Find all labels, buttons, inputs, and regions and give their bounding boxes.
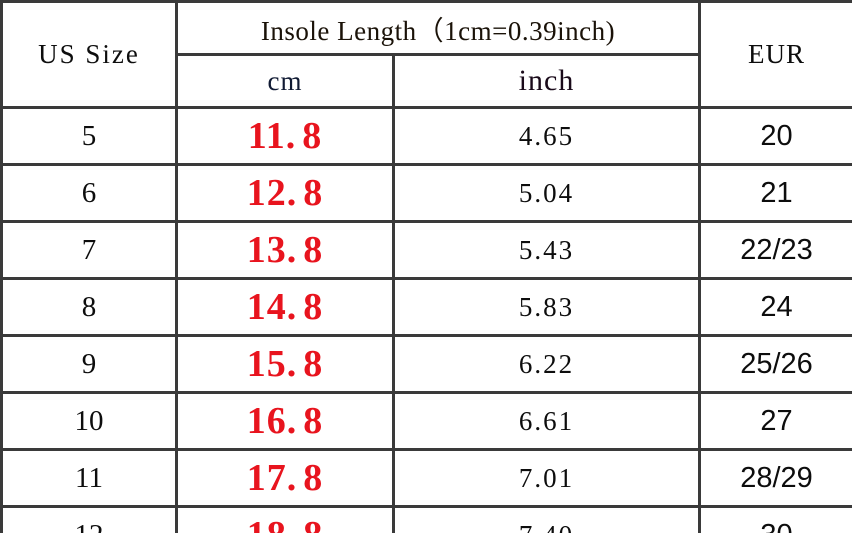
cell-eur-size: 22/23 — [698, 220, 852, 280]
cm-fraction-part: 8 — [303, 229, 324, 271]
cell-eur-size: 24 — [698, 277, 852, 337]
cm-decimal-point: . — [286, 457, 304, 499]
cm-fraction-part: 8 — [303, 172, 324, 214]
cell-eur-size: 21 — [698, 163, 852, 223]
header-unit-cm: cm — [175, 53, 395, 109]
cm-decimal-point: . — [286, 229, 304, 271]
cell-eur-size: 20 — [698, 106, 852, 166]
cell-us-size: 11 — [0, 448, 178, 508]
cell-length-cm: 11.8 — [175, 106, 395, 166]
cm-fraction-part: 8 — [303, 343, 324, 385]
cell-length-cm: 17.8 — [175, 448, 395, 508]
cm-fraction-part: 8 — [302, 115, 323, 157]
cell-length-inch: 7.40 — [392, 505, 701, 533]
cell-us-size: 7 — [0, 220, 178, 280]
table-row: 10 16.8 6.61 27 — [0, 391, 852, 451]
cell-us-size: 12 — [0, 505, 178, 533]
cm-decimal-point: . — [286, 400, 304, 442]
cm-integer-part: 16 — [246, 400, 287, 442]
cell-eur-size: 27 — [698, 391, 852, 451]
table-body: US Size Insole Length（1cm=0.39inch) EUR … — [0, 0, 852, 533]
cm-fraction-part: 8 — [303, 286, 324, 328]
cell-eur-size: 30 — [698, 505, 852, 533]
cell-eur-size: 25/26 — [698, 334, 852, 394]
cm-integer-part: 14 — [246, 286, 287, 328]
cell-length-inch: 5.83 — [392, 277, 701, 337]
header-eur: EUR — [698, 0, 852, 109]
cell-length-inch: 5.43 — [392, 220, 701, 280]
header-unit-inch: inch — [392, 53, 701, 109]
table-row: 7 13.8 5.43 22/23 — [0, 220, 852, 280]
cell-length-cm: 15.8 — [175, 334, 395, 394]
cm-fraction-part: 8 — [303, 514, 323, 533]
cm-integer-part: 12 — [246, 172, 287, 214]
size-chart: US Size Insole Length（1cm=0.39inch) EUR … — [0, 0, 852, 533]
cm-decimal-point: . — [287, 514, 304, 533]
table-row: 11 17.8 7.01 28/29 — [0, 448, 852, 508]
cm-decimal-point: . — [286, 343, 304, 385]
cell-us-size: 10 — [0, 391, 178, 451]
cell-length-inch: 7.01 — [392, 448, 701, 508]
table-row: 6 12.8 5.04 21 — [0, 163, 852, 223]
cell-us-size: 9 — [0, 334, 178, 394]
cm-integer-part: 17 — [246, 457, 287, 499]
cell-length-cm: 18.8 — [175, 505, 395, 533]
cm-integer-part: 18 — [247, 514, 287, 533]
header-row-top: US Size Insole Length（1cm=0.39inch) EUR — [0, 0, 852, 109]
cm-decimal-point: . — [286, 286, 304, 328]
cell-us-size: 5 — [0, 106, 178, 166]
cm-integer-part: 11 — [247, 115, 286, 157]
cell-us-size: 8 — [0, 277, 178, 337]
cell-length-inch: 5.04 — [392, 163, 701, 223]
table-row: 9 15.8 6.22 25/26 — [0, 334, 852, 394]
cm-decimal-point: . — [286, 172, 304, 214]
header-us-size: US Size — [0, 0, 178, 109]
cell-length-cm: 12.8 — [175, 163, 395, 223]
cell-length-inch: 6.61 — [392, 391, 701, 451]
table-row: 5 11.8 4.65 20 — [0, 106, 852, 166]
cell-length-cm: 13.8 — [175, 220, 395, 280]
cell-eur-size: 28/29 — [698, 448, 852, 508]
cell-length-inch: 4.65 — [392, 106, 701, 166]
cm-decimal-point: . — [285, 115, 303, 157]
cell-us-size: 6 — [0, 163, 178, 223]
table-row: 1218.87.4030 — [0, 505, 852, 533]
cm-fraction-part: 8 — [303, 457, 324, 499]
table-row: 8 14.8 5.83 24 — [0, 277, 852, 337]
cm-integer-part: 13 — [246, 229, 287, 271]
cm-fraction-part: 8 — [303, 400, 324, 442]
cell-length-cm: 14.8 — [175, 277, 395, 337]
cell-length-inch: 6.22 — [392, 334, 701, 394]
cell-length-cm: 16.8 — [175, 391, 395, 451]
shoe-size-table: US Size Insole Length（1cm=0.39inch) EUR … — [0, 0, 852, 533]
cm-integer-part: 15 — [246, 343, 287, 385]
header-insole-length: Insole Length（1cm=0.39inch) — [175, 0, 701, 56]
